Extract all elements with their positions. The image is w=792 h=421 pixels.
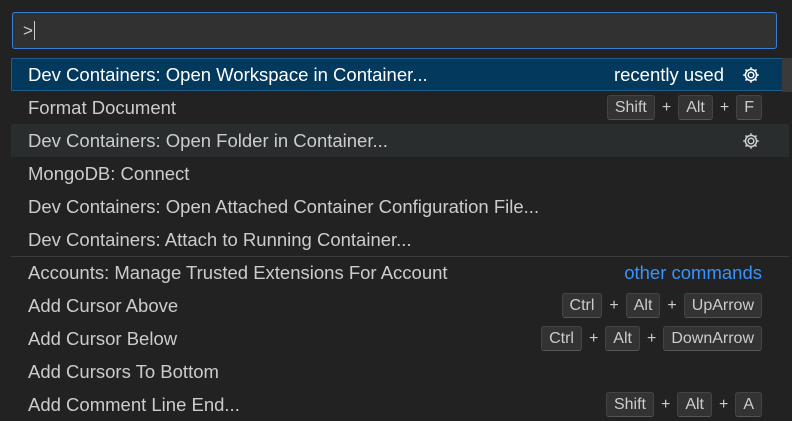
key-chip: DownArrow <box>663 326 762 351</box>
command-list: Dev Containers: Open Workspace in Contai… <box>11 58 789 421</box>
command-label: Add Cursors To Bottom <box>28 360 219 382</box>
command-row-9[interactable]: Add Cursors To Bottom <box>11 355 789 388</box>
gear-icon[interactable] <box>740 130 762 152</box>
command-label: Format Document <box>28 96 177 118</box>
key-chip: Alt <box>605 326 640 351</box>
key-chip: Alt <box>678 95 713 120</box>
key-plus: + <box>660 395 671 413</box>
command-row-3[interactable]: MongoDB: Connect <box>11 157 789 190</box>
command-input[interactable]: > <box>12 12 777 49</box>
command-row-8[interactable]: Add Cursor Below Ctrl + Alt + DownArrow <box>11 322 789 355</box>
command-label: Add Cursor Below <box>28 327 178 349</box>
command-label: MongoDB: Connect <box>28 162 190 184</box>
text-caret <box>33 21 35 40</box>
key-chip: Ctrl <box>561 293 603 318</box>
command-label: Accounts: Manage Trusted Extensions For … <box>28 262 448 283</box>
other-commands-label: other commands <box>624 262 762 283</box>
command-row-7[interactable]: Add Cursor Above Ctrl + Alt + UpArrow <box>11 289 789 322</box>
key-plus: + <box>646 329 657 347</box>
command-row-0[interactable]: Dev Containers: Open Workspace in Contai… <box>11 58 789 91</box>
command-row-4[interactable]: Dev Containers: Open Attached Container … <box>11 190 789 223</box>
key-chip: Alt <box>677 392 712 417</box>
key-chip: F <box>736 95 762 120</box>
command-row-6[interactable]: Accounts: Manage Trusted Extensions For … <box>11 256 789 289</box>
command-label: Dev Containers: Attach to Running Contai… <box>28 228 412 250</box>
command-label: Add Cursor Above <box>28 294 179 316</box>
command-row-10[interactable]: Add Comment Line End... Shift + Alt + A <box>11 388 789 421</box>
keybinding: Shift + Alt + A <box>605 392 762 417</box>
key-plus: + <box>661 98 672 116</box>
command-row-5[interactable]: Dev Containers: Attach to Running Contai… <box>11 223 789 256</box>
command-label: Dev Containers: Open Folder in Container… <box>28 129 388 151</box>
recently-used-badge: recently used <box>613 63 724 85</box>
key-chip: Shift <box>606 95 655 120</box>
command-row-1[interactable]: Format Document Shift + Alt + F <box>11 91 789 124</box>
command-label: Add Comment Line End... <box>28 393 240 415</box>
key-plus: + <box>719 98 730 116</box>
key-chip: A <box>735 392 762 417</box>
key-chip: Alt <box>625 293 661 318</box>
list-scrollbar[interactable] <box>782 58 792 92</box>
command-row-2[interactable]: Dev Containers: Open Folder in Container… <box>11 124 789 157</box>
keybinding: Shift + Alt + F <box>606 95 762 120</box>
key-plus: + <box>609 296 619 314</box>
keybinding: Ctrl + Alt + UpArrow <box>561 293 762 318</box>
key-plus: + <box>667 296 677 314</box>
command-label: Dev Containers: Open Attached Container … <box>28 195 540 217</box>
keybinding: Ctrl + Alt + DownArrow <box>541 326 762 351</box>
key-chip: Ctrl <box>541 326 582 351</box>
key-plus: + <box>588 329 599 347</box>
key-chip: Shift <box>605 392 654 417</box>
key-chip: UpArrow <box>683 293 762 318</box>
key-plus: + <box>718 395 729 413</box>
gear-icon[interactable] <box>740 64 762 86</box>
command-input-text: > <box>23 20 33 40</box>
command-label: Dev Containers: Open Workspace in Contai… <box>28 63 428 85</box>
